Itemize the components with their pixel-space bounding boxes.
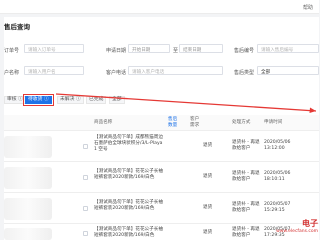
tab-unresolved[interactable]: 未解决 ⓘ: [57, 96, 84, 104]
product-name[interactable]: 【测试商品勿下单】花花公子长袖短裤套装2020新款/169/白色: [94, 227, 166, 239]
apply-time: 18:10:11: [264, 177, 285, 182]
page-title: 售后查询: [4, 23, 30, 31]
handling-method: 退货补 - 再退款给客户: [232, 227, 260, 239]
table-row[interactable]: 【测试商品勿下单】成都熊猫周边 石墨萨伯全球块状积分/3/L-Playa 1 空…: [4, 132, 319, 162]
aftersale-type-select[interactable]: 全部: [257, 66, 319, 75]
customer-phone-label: 客户电话: [106, 70, 127, 76]
watermark-text: 电子: [302, 219, 318, 228]
date-to-label: 至: [173, 48, 179, 54]
tab-pending-receipt[interactable]: 待收货 ⓘ: [23, 94, 54, 106]
apply-date-label: 申请日期: [106, 48, 127, 54]
col-product-name: 商品名称: [94, 120, 113, 125]
blurred-cell: [4, 136, 52, 158]
blurred-cell: [4, 198, 52, 220]
table-row[interactable]: 【测试商品勿下单】花花公子长袖短裤套装2020新款/169/白色 退货 退货补 …: [4, 194, 319, 224]
tab-completed[interactable]: 已完成: [86, 96, 107, 104]
apply-time: 13:12:00: [264, 146, 285, 151]
tab-all[interactable]: 全部: [109, 96, 125, 104]
customer-name-label: 户名称: [4, 70, 20, 76]
end-date-input[interactable]: 结束日期: [179, 44, 223, 53]
watermark: 电子 www.elecfans.com: [276, 218, 318, 234]
aftersale-number-input[interactable]: 请输入售后编号: [257, 44, 319, 53]
row-checkbox[interactable]: [83, 206, 88, 211]
col-handling: 处理方式: [232, 120, 251, 125]
order-number-input[interactable]: 请输入订单号: [24, 44, 84, 53]
start-date-input[interactable]: 开始日期: [128, 44, 170, 53]
apply-time: 15:29:15: [264, 208, 285, 213]
aftersale-number-label: 售后编号: [234, 48, 255, 54]
col-apply-time: 申请时间: [264, 120, 283, 125]
tab-review[interactable]: 审核 ⓘ: [4, 96, 26, 104]
product-name[interactable]: 【测试商品勿下单】花花公子长袖短裤套装2020新款/169/白色: [94, 169, 166, 181]
col-customer-need: 客户需求: [190, 117, 200, 128]
handling-method: 退货补 - 再退款给客户: [232, 171, 260, 183]
customer-need: 退货: [203, 205, 213, 210]
handling-method: 退货补 - 再退款给客户: [232, 202, 260, 214]
top-bar: 帮助: [0, 0, 319, 14]
table-header: 商品名称 售后数量 客户需求 处理方式 申请时间: [4, 115, 319, 131]
row-checkbox[interactable]: [83, 231, 88, 236]
aftersale-type-label: 售后类型: [234, 70, 255, 76]
row-checkbox[interactable]: [83, 175, 88, 180]
blurred-cell: [4, 228, 52, 240]
table-row[interactable]: 【测试商品勿下单】花花公子长袖短裤套装2020新款/169/白色 退货 退货补 …: [4, 163, 319, 193]
customer-need: 退货: [203, 230, 213, 235]
order-number-label: 订单号: [4, 48, 20, 54]
product-name[interactable]: 【测试商品勿下单】成都熊猫周边 石墨萨伯全球块状积分/3/L-Playa 1 空…: [94, 135, 166, 154]
col-quantity: 售后数量: [168, 117, 178, 128]
main-panel: 售后查询 订单号 请输入订单号 申请日期 开始日期 至 结束日期 售后编号 请输…: [4, 17, 319, 240]
row-checkbox[interactable]: [83, 144, 88, 149]
product-name[interactable]: 【测试商品勿下单】花花公子长袖短裤套装2020新款/169/白色: [94, 200, 166, 212]
table-row[interactable]: 【测试商品勿下单】花花公子长袖短裤套装2020新款/169/白色 退货 退货补 …: [4, 225, 319, 240]
watermark-url: www.elecfans.com: [276, 229, 318, 234]
blurred-cell: [4, 167, 52, 189]
handling-method: 退货补 - 再退款给客户: [232, 140, 260, 152]
help-link[interactable]: 帮助: [303, 4, 313, 11]
customer-need: 退货: [203, 174, 213, 179]
customer-need: 退货: [203, 143, 213, 148]
customer-name-input[interactable]: 请输入用户名: [24, 66, 84, 75]
status-tabs: 审核 ⓘ 待收货 ⓘ 未解决 ⓘ 已完成 全部: [4, 93, 319, 106]
customer-phone-input[interactable]: 请输入客户电话: [128, 66, 223, 75]
